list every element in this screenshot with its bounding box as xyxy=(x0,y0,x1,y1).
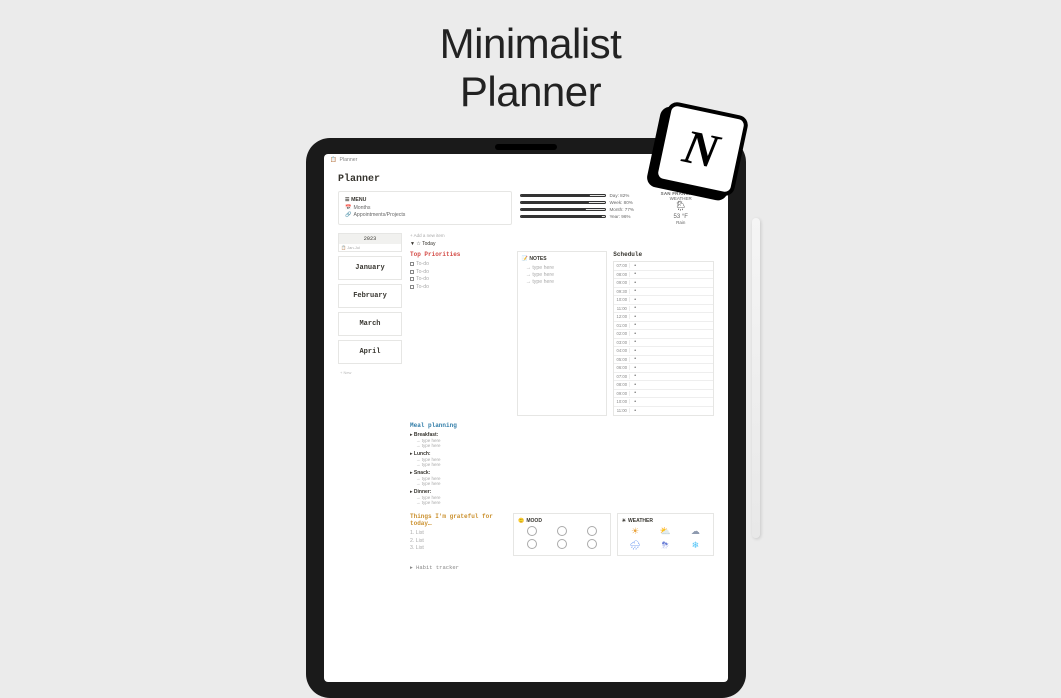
month-new[interactable]: + New xyxy=(338,368,402,377)
meal-line[interactable]: type here xyxy=(410,500,714,505)
mood-option[interactable] xyxy=(527,526,537,536)
todo-item[interactable]: To-do xyxy=(410,276,511,282)
stylus xyxy=(752,218,760,538)
weather-icon: 🌦 xyxy=(647,201,714,212)
schedule-row[interactable]: 09:00• xyxy=(614,279,713,288)
schedule-section: Schedule 07:00•08:00•09:00•09:30•10:00•1… xyxy=(613,251,714,416)
note-line[interactable]: type here xyxy=(522,279,603,285)
habit-tracker-link[interactable]: ▸ Habit tracker xyxy=(410,564,714,571)
todo-item[interactable]: To-do xyxy=(410,269,511,275)
schedule-row[interactable]: 07:00• xyxy=(614,262,713,271)
mood-icon: 🙂 xyxy=(518,518,524,524)
schedule-row[interactable]: 08:00• xyxy=(614,271,713,280)
schedule-row[interactable]: 09:30• xyxy=(614,288,713,297)
gratitude-item[interactable]: 2. List xyxy=(410,538,507,544)
year-sub[interactable]: 📋 Jan-Jul xyxy=(338,244,402,252)
schedule-row[interactable]: 09:00• xyxy=(614,390,713,399)
notion-logo: N xyxy=(652,100,749,197)
weather-widget: SAN FRANCISCO WEATHER 🌦 53 °F Rain xyxy=(647,191,714,225)
hero-title: Minimalist Planner xyxy=(0,20,1061,117)
weather-option[interactable]: ⛅ xyxy=(660,526,671,537)
schedule-row[interactable]: 07:00• xyxy=(614,373,713,382)
tablet-frame: 📋 Planner Edited just now Sh Planner ☰ M… xyxy=(306,138,746,698)
gratitude-item[interactable]: 3. List xyxy=(410,545,507,551)
notes-card: 📝 NOTES type here type here type here xyxy=(517,251,608,416)
weather-picker: ☀WEATHER ☀⛅☁🌧⛈❄ xyxy=(617,513,714,556)
meal-line[interactable]: type here xyxy=(410,462,714,467)
schedule-row[interactable]: 10:00• xyxy=(614,296,713,305)
schedule-row[interactable]: 01:00• xyxy=(614,322,713,331)
mood-card: 🙂MOOD xyxy=(513,513,610,556)
mood-option[interactable] xyxy=(587,526,597,536)
todo-item[interactable]: To-do xyxy=(410,284,511,290)
tablet-camera xyxy=(495,144,557,150)
priorities-title: Top Priorities xyxy=(410,251,511,258)
page-icon: 📋 xyxy=(330,157,336,163)
month-april[interactable]: April xyxy=(338,340,402,364)
add-new-item[interactable]: + Add a new item xyxy=(410,233,714,238)
schedule-row[interactable]: 12:00• xyxy=(614,313,713,322)
schedule-row[interactable]: 02:00• xyxy=(614,330,713,339)
schedule-row[interactable]: 04:00• xyxy=(614,347,713,356)
year-header[interactable]: 2023 xyxy=(338,233,402,244)
gratitude-item[interactable]: 1. List xyxy=(410,530,507,536)
menu-item-months[interactable]: 📅Months xyxy=(345,205,505,211)
month-march[interactable]: March xyxy=(338,312,402,336)
todo-item[interactable]: To-do xyxy=(410,261,511,267)
schedule-row[interactable]: 06:00• xyxy=(614,364,713,373)
weather-option[interactable]: ☀ xyxy=(631,526,639,537)
meals-section: Meal planning Breakfast:type heretype he… xyxy=(410,422,714,505)
mood-option[interactable] xyxy=(557,539,567,549)
today-toggle[interactable]: ▼ ☆ Today xyxy=(410,241,714,247)
weather-option[interactable]: ☁ xyxy=(691,526,700,537)
gratitude-section: Things I'm grateful for today… 1. List 2… xyxy=(410,513,507,556)
weather-option[interactable]: ❄ xyxy=(692,540,700,551)
schedule-row[interactable]: 11:00• xyxy=(614,407,713,416)
app-screen: 📋 Planner Edited just now Sh Planner ☰ M… xyxy=(324,154,728,682)
mood-option[interactable] xyxy=(587,539,597,549)
weather-option[interactable]: 🌧 xyxy=(629,540,640,551)
breadcrumb[interactable]: Planner xyxy=(339,157,357,163)
schedule-row[interactable]: 10:00• xyxy=(614,398,713,407)
month-february[interactable]: February xyxy=(338,284,402,308)
schedule-row[interactable]: 08:00• xyxy=(614,381,713,390)
note-line[interactable]: type here xyxy=(522,272,603,278)
mood-option[interactable] xyxy=(527,539,537,549)
month-january[interactable]: January xyxy=(338,256,402,280)
menu-card: ☰ MENU 📅Months 🔗Appointments/Projects xyxy=(338,191,512,225)
mood-option[interactable] xyxy=(557,526,567,536)
schedule-row[interactable]: 03:00• xyxy=(614,339,713,348)
schedule-row[interactable]: 05:00• xyxy=(614,356,713,365)
progress-block: Day: 82% Week: 80% Month: 77% Year: 96% xyxy=(520,191,640,225)
meal-line[interactable]: type here xyxy=(410,443,714,448)
months-column: 2023 📋 Jan-Jul January February March Ap… xyxy=(338,233,402,377)
sun-icon: ☀ xyxy=(622,518,626,524)
meal-line[interactable]: type here xyxy=(410,481,714,486)
schedule-row[interactable]: 11:00• xyxy=(614,305,713,314)
priorities-section: Top Priorities To-do To-do To-do To-do xyxy=(410,251,511,416)
menu-item-appointments[interactable]: 🔗Appointments/Projects xyxy=(345,212,505,218)
note-line[interactable]: type here xyxy=(522,265,603,271)
weather-option[interactable]: ⛈ xyxy=(662,540,669,551)
